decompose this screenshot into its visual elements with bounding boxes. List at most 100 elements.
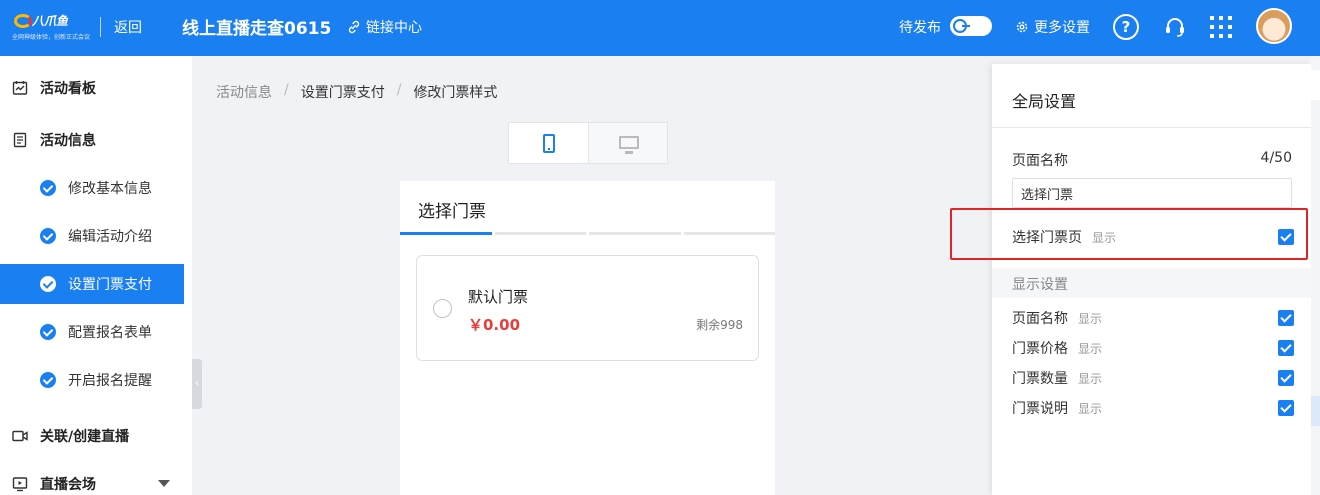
sidebar-group-live-venue[interactable]: 直播会场 bbox=[0, 464, 192, 495]
mobile-preview: 选择门票 默认门票 ￥0.00 剩余998 bbox=[400, 181, 775, 495]
sidebar-item-label: 修改基本信息 bbox=[68, 181, 152, 197]
link-center-button[interactable]: 链接中心 bbox=[347, 17, 422, 37]
toggle-knob bbox=[953, 19, 970, 33]
step-indicator bbox=[494, 232, 586, 235]
more-settings-label: 更多设置 bbox=[1034, 20, 1090, 36]
publish-toggle[interactable] bbox=[950, 16, 992, 36]
page-name-label: 页面名称 bbox=[1012, 153, 1068, 169]
edge-fragment bbox=[1311, 70, 1320, 100]
display-row-label: 页面名称 bbox=[1012, 311, 1068, 327]
sidebar-group-label: 直播会场 bbox=[40, 477, 96, 493]
sidebar-group-dashboard[interactable]: 活动看板 bbox=[0, 68, 192, 108]
video-icon bbox=[12, 430, 28, 442]
check-circle-icon bbox=[40, 228, 56, 244]
document-icon bbox=[13, 132, 27, 148]
ticket-remaining: 剩余998 bbox=[696, 318, 743, 332]
display-row-page-name: 页面名称 显示 bbox=[1012, 308, 1294, 328]
sidebar: 活动看板 活动信息 修改基本信息 编辑活动介绍 设置门票支付 配置报名表单 开启… bbox=[0, 56, 192, 495]
global-settings-panel: 全局设置 页面名称 4/50 选择门票页 显示 显示设置 页面名称 显示 门票价… bbox=[992, 64, 1311, 495]
headset-icon[interactable] bbox=[1162, 14, 1188, 40]
step-indicator bbox=[400, 232, 492, 235]
sidebar-item-registration-form[interactable]: 配置报名表单 bbox=[0, 312, 184, 352]
display-row-ticket-quantity: 门票数量 显示 bbox=[1012, 368, 1294, 388]
breadcrumb-item-activity-info[interactable]: 活动信息 bbox=[216, 82, 272, 102]
avatar[interactable] bbox=[1256, 8, 1292, 44]
show-label: 显示 bbox=[1078, 401, 1103, 416]
device-switch bbox=[508, 122, 668, 164]
display-row-ticket-description: 门票说明 显示 bbox=[1012, 398, 1294, 418]
breadcrumb-item-ticket-payment[interactable]: 设置门票支付 bbox=[301, 82, 385, 102]
brand-logo[interactable]: 八爪鱼 全网神级体验，创新正式会议 bbox=[12, 10, 91, 46]
top-bar: 八爪鱼 全网神级体验，创新正式会议 返回 线上直播走查0615 链接中心 待发布… bbox=[0, 0, 1320, 56]
preview-page-title: 选择门票 bbox=[418, 202, 486, 222]
check-circle-icon bbox=[40, 276, 56, 292]
desktop-view-button[interactable] bbox=[588, 123, 667, 163]
gear-icon bbox=[1016, 21, 1028, 33]
panel-title: 全局设置 bbox=[1012, 92, 1077, 111]
display-ticket-description-checkbox[interactable] bbox=[1278, 400, 1294, 416]
panel-divider bbox=[992, 127, 1311, 128]
sidebar-item-edit-intro[interactable]: 编辑活动介绍 bbox=[0, 216, 184, 256]
breadcrumb-item-ticket-style: 修改门票样式 bbox=[413, 85, 498, 101]
page-name-char-count: 4/50 bbox=[1260, 150, 1292, 166]
display-settings-label: 显示设置 bbox=[1012, 277, 1068, 293]
sidebar-item-edit-basic-info[interactable]: 修改基本信息 bbox=[0, 168, 184, 208]
check-circle-icon bbox=[40, 324, 56, 340]
event-title: 线上直播走查0615 bbox=[182, 19, 332, 39]
highlight-annotation-box bbox=[950, 208, 1308, 260]
right-edge-strip bbox=[1311, 56, 1320, 495]
sidebar-group-label: 活动看板 bbox=[40, 81, 96, 97]
back-button[interactable]: 返回 bbox=[114, 17, 142, 37]
publish-status-label: 待发布 bbox=[899, 20, 941, 36]
display-row-ticket-price: 门票价格 显示 bbox=[1012, 338, 1294, 358]
sidebar-item-registration-reminder[interactable]: 开启报名提醒 bbox=[0, 360, 184, 400]
sidebar-group-label: 活动信息 bbox=[40, 133, 96, 149]
breadcrumb-separator: / bbox=[396, 82, 402, 98]
check-circle-icon bbox=[40, 372, 56, 388]
step-progress bbox=[400, 232, 775, 235]
display-row-label: 门票说明 bbox=[1012, 401, 1068, 417]
step-indicator bbox=[683, 232, 775, 235]
step-indicator bbox=[589, 232, 681, 235]
more-settings-button[interactable]: 更多设置 bbox=[1015, 17, 1090, 37]
sidebar-item-label: 编辑活动介绍 bbox=[68, 229, 152, 245]
logo-tagline: 全网神级体验，创新正式会议 bbox=[12, 34, 91, 41]
show-label: 显示 bbox=[1078, 311, 1103, 326]
link-icon bbox=[348, 20, 360, 34]
show-label: 显示 bbox=[1078, 371, 1103, 386]
sidebar-group-activity-info[interactable]: 活动信息 bbox=[0, 120, 192, 160]
logo-brand-text: 八爪鱼 bbox=[32, 14, 69, 28]
ticket-price: ￥0.00 bbox=[468, 316, 521, 334]
live-venue-icon bbox=[12, 477, 28, 492]
display-ticket-price-checkbox[interactable] bbox=[1278, 340, 1294, 356]
chevron-down-icon[interactable] bbox=[158, 480, 170, 487]
ticket-card[interactable]: 默认门票 ￥0.00 剩余998 bbox=[416, 255, 759, 361]
monitor-icon bbox=[619, 136, 639, 154]
breadcrumb-separator: / bbox=[284, 82, 289, 98]
header-divider bbox=[100, 17, 101, 37]
link-center-label: 链接中心 bbox=[366, 20, 422, 36]
check-circle-icon bbox=[40, 180, 56, 196]
sidebar-item-ticket-payment[interactable]: 设置门票支付 bbox=[0, 264, 184, 304]
sidebar-group-live-link[interactable]: 关联/创建直播 bbox=[0, 416, 192, 456]
help-icon[interactable]: ? bbox=[1113, 14, 1139, 40]
dashboard-icon bbox=[12, 81, 28, 95]
ticket-name: 默认门票 bbox=[468, 288, 529, 306]
ticket-radio[interactable] bbox=[433, 299, 452, 318]
display-row-label: 门票数量 bbox=[1012, 371, 1068, 387]
edge-fragment bbox=[1311, 396, 1320, 426]
display-settings-header: 显示设置 bbox=[992, 268, 1311, 298]
breadcrumb: 活动信息 / 设置门票支付 / 修改门票样式 bbox=[216, 82, 497, 102]
mobile-view-button[interactable] bbox=[509, 123, 588, 163]
page-name-input[interactable] bbox=[1012, 178, 1292, 208]
sidebar-item-label: 开启报名提醒 bbox=[68, 373, 152, 389]
apps-grid-icon[interactable] bbox=[1210, 16, 1232, 38]
show-label: 显示 bbox=[1078, 341, 1103, 356]
display-ticket-quantity-checkbox[interactable] bbox=[1278, 370, 1294, 386]
sidebar-item-label: 设置门票支付 bbox=[68, 277, 152, 293]
display-page-name-checkbox[interactable] bbox=[1278, 310, 1294, 326]
sidebar-group-label: 关联/创建直播 bbox=[40, 429, 130, 445]
sidebar-item-label: 配置报名表单 bbox=[68, 325, 152, 341]
logo-swirl-icon bbox=[14, 14, 32, 28]
sidebar-collapse-handle[interactable]: ‹ bbox=[192, 359, 202, 409]
